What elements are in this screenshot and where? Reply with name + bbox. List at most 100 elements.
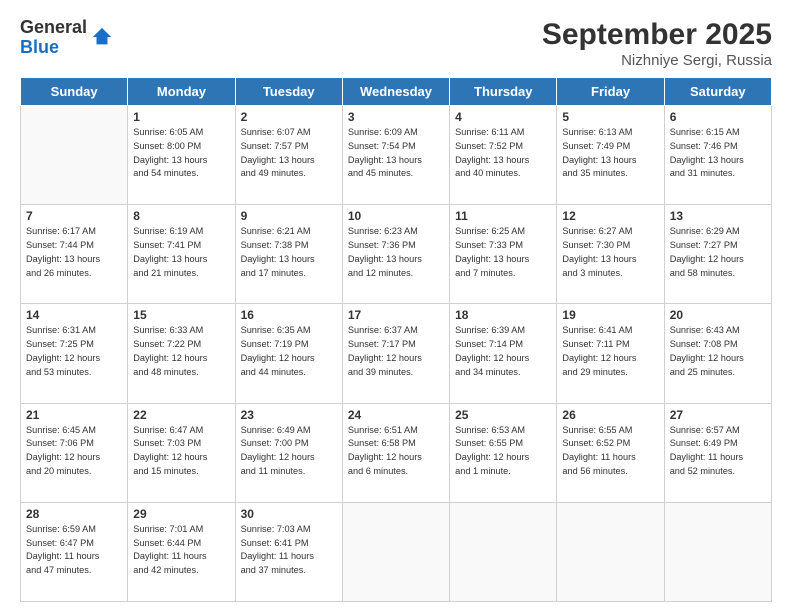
day-cell: 6Sunrise: 6:15 AMSunset: 7:46 PMDaylight… [664,106,771,205]
day-info: Sunrise: 6:33 AMSunset: 7:22 PMDaylight:… [133,324,229,379]
day-cell: 9 Sunrise: 6:21 AMSunset: 7:38 PMDaylight… [235,205,342,304]
day-number: 7 [26,209,122,223]
logo: General Blue [20,18,113,58]
day-number: 10 [348,209,444,223]
day-info: Sunrise: 6:09 AMSunset: 7:54 PMDaylight:… [348,126,444,181]
day-info: Sunrise: 6:15 AMSunset: 7:46 PMDaylight:… [670,126,766,181]
day-info: Sunrise: 6:35 AMSunset: 7:19 PMDaylight:… [241,324,337,379]
day-info: Sunrise: 6:49 AMSunset: 7:00 PMDaylight:… [241,424,337,479]
day-number: 23 [241,408,337,422]
day-cell: 22Sunrise: 6:47 AMSunset: 7:03 PMDayligh… [128,403,235,502]
day-info: Sunrise: 6:53 AMSunset: 6:55 PMDaylight:… [455,424,551,479]
day-number: 24 [348,408,444,422]
day-number: 9 [241,209,337,223]
day-number: 11 [455,209,551,223]
day-cell: 13 Sunrise: 6:29 AMSunset: 7:27 PMDayligh… [664,205,771,304]
col-sunday: Sunday [21,78,128,106]
day-cell: 28 Sunrise: 6:59 AMSunset: 6:47 PMDayligh… [21,502,128,601]
day-number: 19 [562,308,658,322]
day-cell: 14 Sunrise: 6:31 AMSunset: 7:25 PMDayligh… [21,304,128,403]
day-info: Sunrise: 6:55 AMSunset: 6:52 PMDaylight:… [562,424,658,479]
day-number: 14 [26,308,122,322]
col-saturday: Saturday [664,78,771,106]
day-cell [342,502,449,601]
day-number: 17 [348,308,444,322]
header: General Blue September 2025 Nizhniye Ser… [20,18,772,69]
day-info: Sunrise: 6:05 AMSunset: 8:00 PMDaylight:… [133,126,229,181]
col-tuesday: Tuesday [235,78,342,106]
day-cell: 5Sunrise: 6:13 AMSunset: 7:49 PMDaylight… [557,106,664,205]
day-cell: 7 Sunrise: 6:17 AMSunset: 7:44 PMDaylight… [21,205,128,304]
day-info: Sunrise: 6:59 AMSunset: 6:47 PMDaylight:… [26,523,122,578]
col-monday: Monday [128,78,235,106]
col-friday: Friday [557,78,664,106]
col-wednesday: Wednesday [342,78,449,106]
calendar: Sunday Monday Tuesday Wednesday Thursday… [20,77,772,602]
day-info: Sunrise: 6:43 AMSunset: 7:08 PMDaylight:… [670,324,766,379]
day-cell: 4 Sunrise: 6:11 AMSunset: 7:52 PMDaylight… [450,106,557,205]
week-row-3: 14 Sunrise: 6:31 AMSunset: 7:25 PMDayligh… [21,304,772,403]
day-info: Sunrise: 6:39 AMSunset: 7:14 PMDaylight:… [455,324,551,379]
logo-general: General [20,18,87,38]
day-cell: 19Sunrise: 6:41 AMSunset: 7:11 PMDayligh… [557,304,664,403]
header-row: Sunday Monday Tuesday Wednesday Thursday… [21,78,772,106]
day-info: Sunrise: 6:27 AMSunset: 7:30 PMDaylight:… [562,225,658,280]
day-cell: 24Sunrise: 6:51 AMSunset: 6:58 PMDayligh… [342,403,449,502]
page: General Blue September 2025 Nizhniye Ser… [0,0,792,612]
day-number: 13 [670,209,766,223]
day-cell: 21 Sunrise: 6:45 AMSunset: 7:06 PMDayligh… [21,403,128,502]
day-cell: 8 Sunrise: 6:19 AMSunset: 7:41 PMDaylight… [128,205,235,304]
day-number: 16 [241,308,337,322]
logo-text: General Blue [20,18,87,58]
day-info: Sunrise: 6:31 AMSunset: 7:25 PMDaylight:… [26,324,122,379]
day-number: 28 [26,507,122,521]
logo-icon [91,26,113,48]
day-cell: 10Sunrise: 6:23 AMSunset: 7:36 PMDayligh… [342,205,449,304]
day-info: Sunrise: 6:11 AMSunset: 7:52 PMDaylight:… [455,126,551,181]
subtitle: Nizhniye Sergi, Russia [542,52,772,69]
day-info: Sunrise: 6:29 AMSunset: 7:27 PMDaylight:… [670,225,766,280]
day-number: 22 [133,408,229,422]
day-info: Sunrise: 6:57 AMSunset: 6:49 PMDaylight:… [670,424,766,479]
day-info: Sunrise: 6:25 AMSunset: 7:33 PMDaylight:… [455,225,551,280]
day-info: Sunrise: 6:07 AMSunset: 7:57 PMDaylight:… [241,126,337,181]
day-cell: 17 Sunrise: 6:37 AMSunset: 7:17 PMDayligh… [342,304,449,403]
title-block: September 2025 Nizhniye Sergi, Russia [542,18,772,69]
day-number: 3 [348,110,444,124]
day-cell [450,502,557,601]
day-info: Sunrise: 6:21 AMSunset: 7:38 PMDaylight:… [241,225,337,280]
day-number: 27 [670,408,766,422]
day-info: Sunrise: 6:19 AMSunset: 7:41 PMDaylight:… [133,225,229,280]
day-cell: 23 Sunrise: 6:49 AMSunset: 7:00 PMDayligh… [235,403,342,502]
day-number: 21 [26,408,122,422]
day-number: 2 [241,110,337,124]
day-cell: 26 Sunrise: 6:55 AMSunset: 6:52 PMDayligh… [557,403,664,502]
day-cell: 3 Sunrise: 6:09 AMSunset: 7:54 PMDaylight… [342,106,449,205]
day-number: 20 [670,308,766,322]
day-cell: 12Sunrise: 6:27 AMSunset: 7:30 PMDayligh… [557,205,664,304]
day-number: 25 [455,408,551,422]
day-cell: 25 Sunrise: 6:53 AMSunset: 6:55 PMDayligh… [450,403,557,502]
day-cell: 16 Sunrise: 6:35 AMSunset: 7:19 PMDayligh… [235,304,342,403]
day-number: 4 [455,110,551,124]
day-info: Sunrise: 6:17 AMSunset: 7:44 PMDaylight:… [26,225,122,280]
day-number: 30 [241,507,337,521]
day-number: 8 [133,209,229,223]
day-cell: 29Sunrise: 7:01 AMSunset: 6:44 PMDayligh… [128,502,235,601]
week-row-4: 21 Sunrise: 6:45 AMSunset: 7:06 PMDayligh… [21,403,772,502]
col-thursday: Thursday [450,78,557,106]
week-row-2: 7 Sunrise: 6:17 AMSunset: 7:44 PMDaylight… [21,205,772,304]
week-row-5: 28 Sunrise: 6:59 AMSunset: 6:47 PMDayligh… [21,502,772,601]
day-number: 5 [562,110,658,124]
week-row-1: 1 Sunrise: 6:05 AMSunset: 8:00 PMDaylight… [21,106,772,205]
day-number: 18 [455,308,551,322]
day-info: Sunrise: 6:37 AMSunset: 7:17 PMDaylight:… [348,324,444,379]
day-info: Sunrise: 6:45 AMSunset: 7:06 PMDaylight:… [26,424,122,479]
day-cell: 1 Sunrise: 6:05 AMSunset: 8:00 PMDaylight… [128,106,235,205]
day-cell: 15Sunrise: 6:33 AMSunset: 7:22 PMDayligh… [128,304,235,403]
day-cell [21,106,128,205]
day-number: 1 [133,110,229,124]
day-cell: 11 Sunrise: 6:25 AMSunset: 7:33 PMDayligh… [450,205,557,304]
day-number: 26 [562,408,658,422]
day-cell: 20 Sunrise: 6:43 AMSunset: 7:08 PMDayligh… [664,304,771,403]
